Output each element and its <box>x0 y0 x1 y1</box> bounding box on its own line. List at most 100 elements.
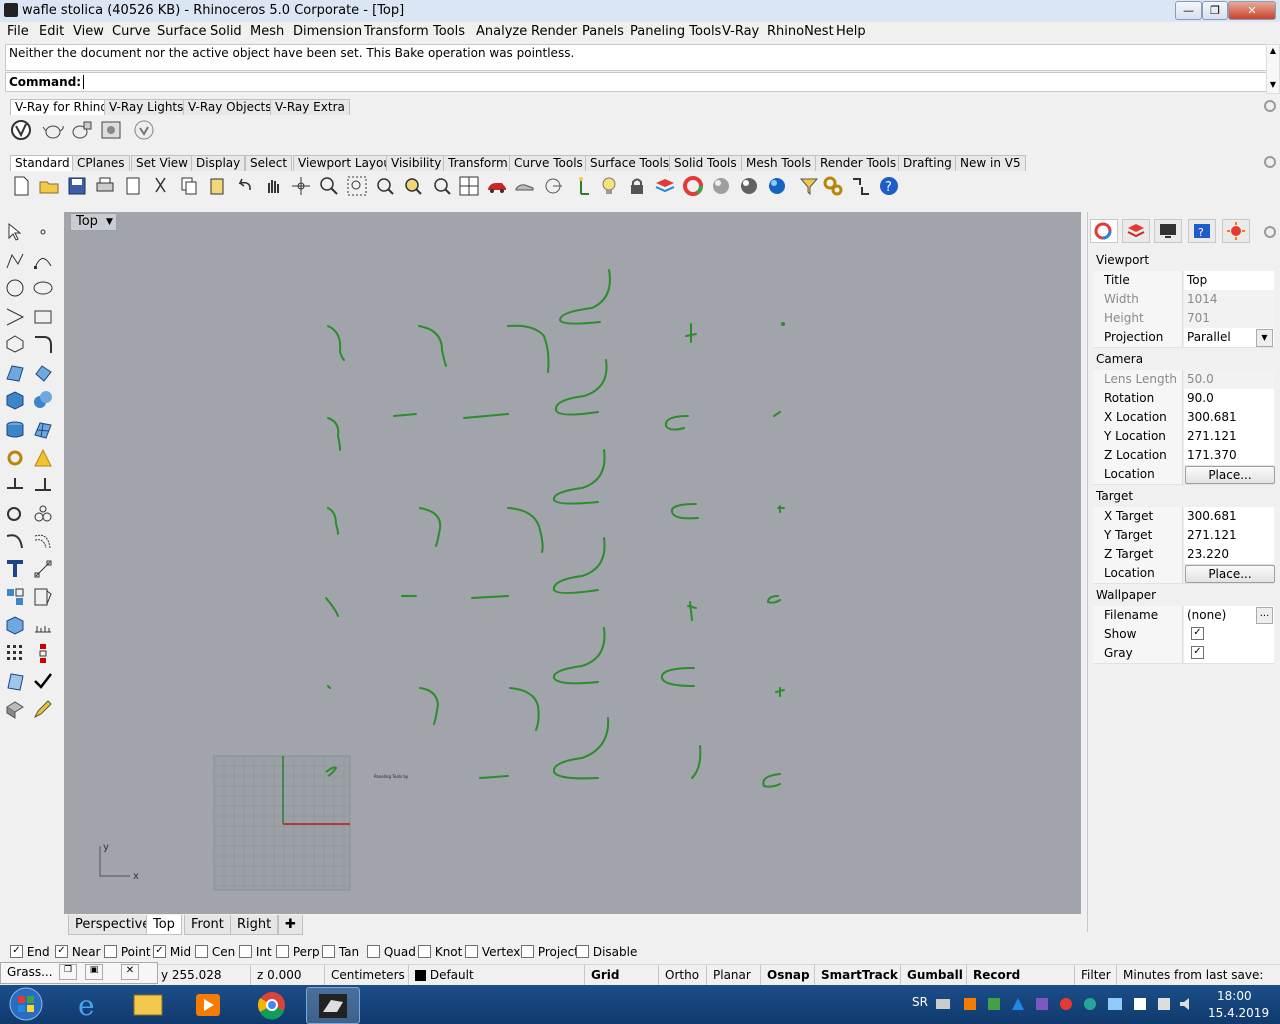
command-input-caret[interactable] <box>83 75 88 89</box>
render-teapot-icon[interactable] <box>42 119 64 141</box>
viewport-top[interactable]: Top ▼ Paneling Tools by y x <box>64 212 1081 914</box>
curve-piece[interactable] <box>762 773 781 788</box>
curve-piece[interactable] <box>552 537 606 594</box>
prop-rotation-value[interactable]: 90.0 <box>1184 389 1274 408</box>
viewport-tab-top[interactable]: Top <box>146 915 182 935</box>
curve-piece[interactable] <box>660 667 695 687</box>
curve-piece[interactable] <box>664 415 689 431</box>
filter-toggle[interactable]: Filter <box>1074 965 1118 985</box>
tab-solid-tools[interactable]: Solid Tools <box>669 155 742 171</box>
curve-piece[interactable] <box>775 687 785 697</box>
tray-app-icon[interactable] <box>1012 998 1024 1010</box>
menu-curve[interactable]: Curve <box>112 24 150 39</box>
osnap-int-checkbox[interactable] <box>239 945 252 958</box>
tab-new-in-v5[interactable]: New in V5 <box>955 155 1026 171</box>
menu-mesh[interactable]: Mesh <box>250 24 284 39</box>
osnap-vertex-checkbox[interactable] <box>465 945 478 958</box>
curve-piece[interactable] <box>685 323 697 343</box>
help-icon[interactable]: ? <box>878 175 900 197</box>
frame-buffer-icon[interactable] <box>100 119 122 141</box>
gumball-toggle[interactable]: Gumball <box>900 965 966 985</box>
gumball-icon[interactable] <box>570 175 592 197</box>
group-icon[interactable] <box>4 502 26 524</box>
curve-piece[interactable] <box>670 503 699 520</box>
curve-piece[interactable] <box>327 417 341 451</box>
prop-xloc-value[interactable]: 300.681 <box>1184 408 1274 427</box>
four-viewports-icon[interactable] <box>458 175 480 197</box>
osnap-quad[interactable]: Quad <box>367 945 416 959</box>
copy-icon[interactable] <box>178 175 200 197</box>
osnap-int[interactable]: Int <box>239 945 272 959</box>
tab-transform[interactable]: Transform <box>443 155 513 171</box>
tab-mesh-tools[interactable]: Mesh Tools <box>741 155 816 171</box>
maximize-button[interactable]: ❐ <box>1202 1 1228 20</box>
menu-view[interactable]: View <box>73 24 104 39</box>
tray-app-icon[interactable] <box>1036 998 1048 1010</box>
osnap-disable[interactable]: Disable <box>576 945 637 959</box>
open-folder-icon[interactable] <box>38 175 60 197</box>
tab-viewport-layout[interactable]: Viewport Layout <box>293 155 401 171</box>
scroll-down-icon[interactable]: ▼ <box>1267 79 1279 91</box>
close-button[interactable]: ✕ <box>1228 1 1276 20</box>
camera-place-button[interactable]: Place... <box>1185 466 1275 484</box>
ungroup-icon[interactable] <box>32 502 54 524</box>
select-arrow-icon[interactable] <box>4 221 26 243</box>
zoom-extents-icon[interactable] <box>374 175 396 197</box>
dimension-icon[interactable] <box>32 558 54 580</box>
osnap-cen-checkbox[interactable] <box>195 945 208 958</box>
menu-transform[interactable]: Transform <box>364 24 429 39</box>
curve-piece[interactable] <box>552 627 606 685</box>
split-icon[interactable] <box>4 474 26 496</box>
options-gears-icon[interactable] <box>822 175 844 197</box>
menu-edit[interactable]: Edit <box>39 24 64 39</box>
measure-icon[interactable] <box>32 614 54 636</box>
menu-panels[interactable]: Panels <box>582 24 624 39</box>
boolean-union-icon[interactable] <box>32 389 54 411</box>
maximize-icon[interactable]: ▣ <box>85 964 103 980</box>
filename-field[interactable]: (none)... <box>1184 606 1274 625</box>
osnap-near[interactable]: ✓ Near <box>55 945 100 959</box>
osnap-point-checkbox[interactable] <box>104 945 117 958</box>
start-button[interactable] <box>6 986 46 1023</box>
osnap-project-checkbox[interactable] <box>521 945 534 958</box>
filter-icon[interactable] <box>798 175 820 197</box>
tab-select[interactable]: Select <box>245 155 293 171</box>
array-icon[interactable] <box>4 642 26 664</box>
osnap-cen[interactable]: Cen <box>195 945 235 959</box>
menu-paneling-tools[interactable]: Paneling Tools <box>630 24 721 39</box>
zoom-icon[interactable] <box>318 175 340 197</box>
osnap-knot-checkbox[interactable] <box>418 945 431 958</box>
material-sphere-icon[interactable] <box>710 175 732 197</box>
zoom-window-icon[interactable] <box>346 175 368 197</box>
properties-tab[interactable] <box>1090 219 1118 243</box>
tab-vray-extra[interactable]: V-Ray Extra <box>270 99 350 115</box>
curve-piece[interactable] <box>691 745 702 779</box>
osnap-mid[interactable]: ✓ Mid <box>153 945 191 959</box>
polyline-icon[interactable] <box>4 250 26 272</box>
car-render-icon[interactable] <box>486 175 508 197</box>
box-icon[interactable] <box>4 389 26 411</box>
shaded-view-icon[interactable] <box>514 175 536 197</box>
render-box-icon[interactable] <box>4 698 26 720</box>
curve-piece[interactable] <box>327 325 345 361</box>
gear-icon[interactable] <box>1264 156 1276 168</box>
osnap-tan[interactable]: Tan <box>322 945 359 959</box>
tray-app-icon[interactable] <box>1108 998 1122 1010</box>
tray-app-icon[interactable] <box>1084 998 1096 1010</box>
projection-select[interactable]: Parallel ▼ <box>1184 328 1274 347</box>
curve-point[interactable] <box>781 322 785 326</box>
osnap-mid-checkbox[interactable]: ✓ <box>153 945 166 958</box>
viewport-tab-perspective[interactable]: Perspective <box>68 915 158 935</box>
document-properties-icon[interactable] <box>122 175 144 197</box>
show-checkbox[interactable]: ✓ <box>1191 627 1204 640</box>
environment-sphere-icon[interactable] <box>738 175 760 197</box>
target-place-button[interactable]: Place... <box>1185 565 1275 583</box>
command-scrollbar[interactable]: ▲ ▼ <box>1266 44 1280 94</box>
array-linear-icon[interactable] <box>32 642 54 664</box>
solid-box-icon[interactable] <box>4 614 26 636</box>
explode-icon[interactable] <box>32 447 54 469</box>
surface-from-points-icon[interactable] <box>4 362 26 384</box>
curve-piece[interactable] <box>393 413 417 417</box>
curve-piece[interactable] <box>418 325 447 367</box>
volume-muted-icon[interactable] <box>1180 998 1189 1010</box>
